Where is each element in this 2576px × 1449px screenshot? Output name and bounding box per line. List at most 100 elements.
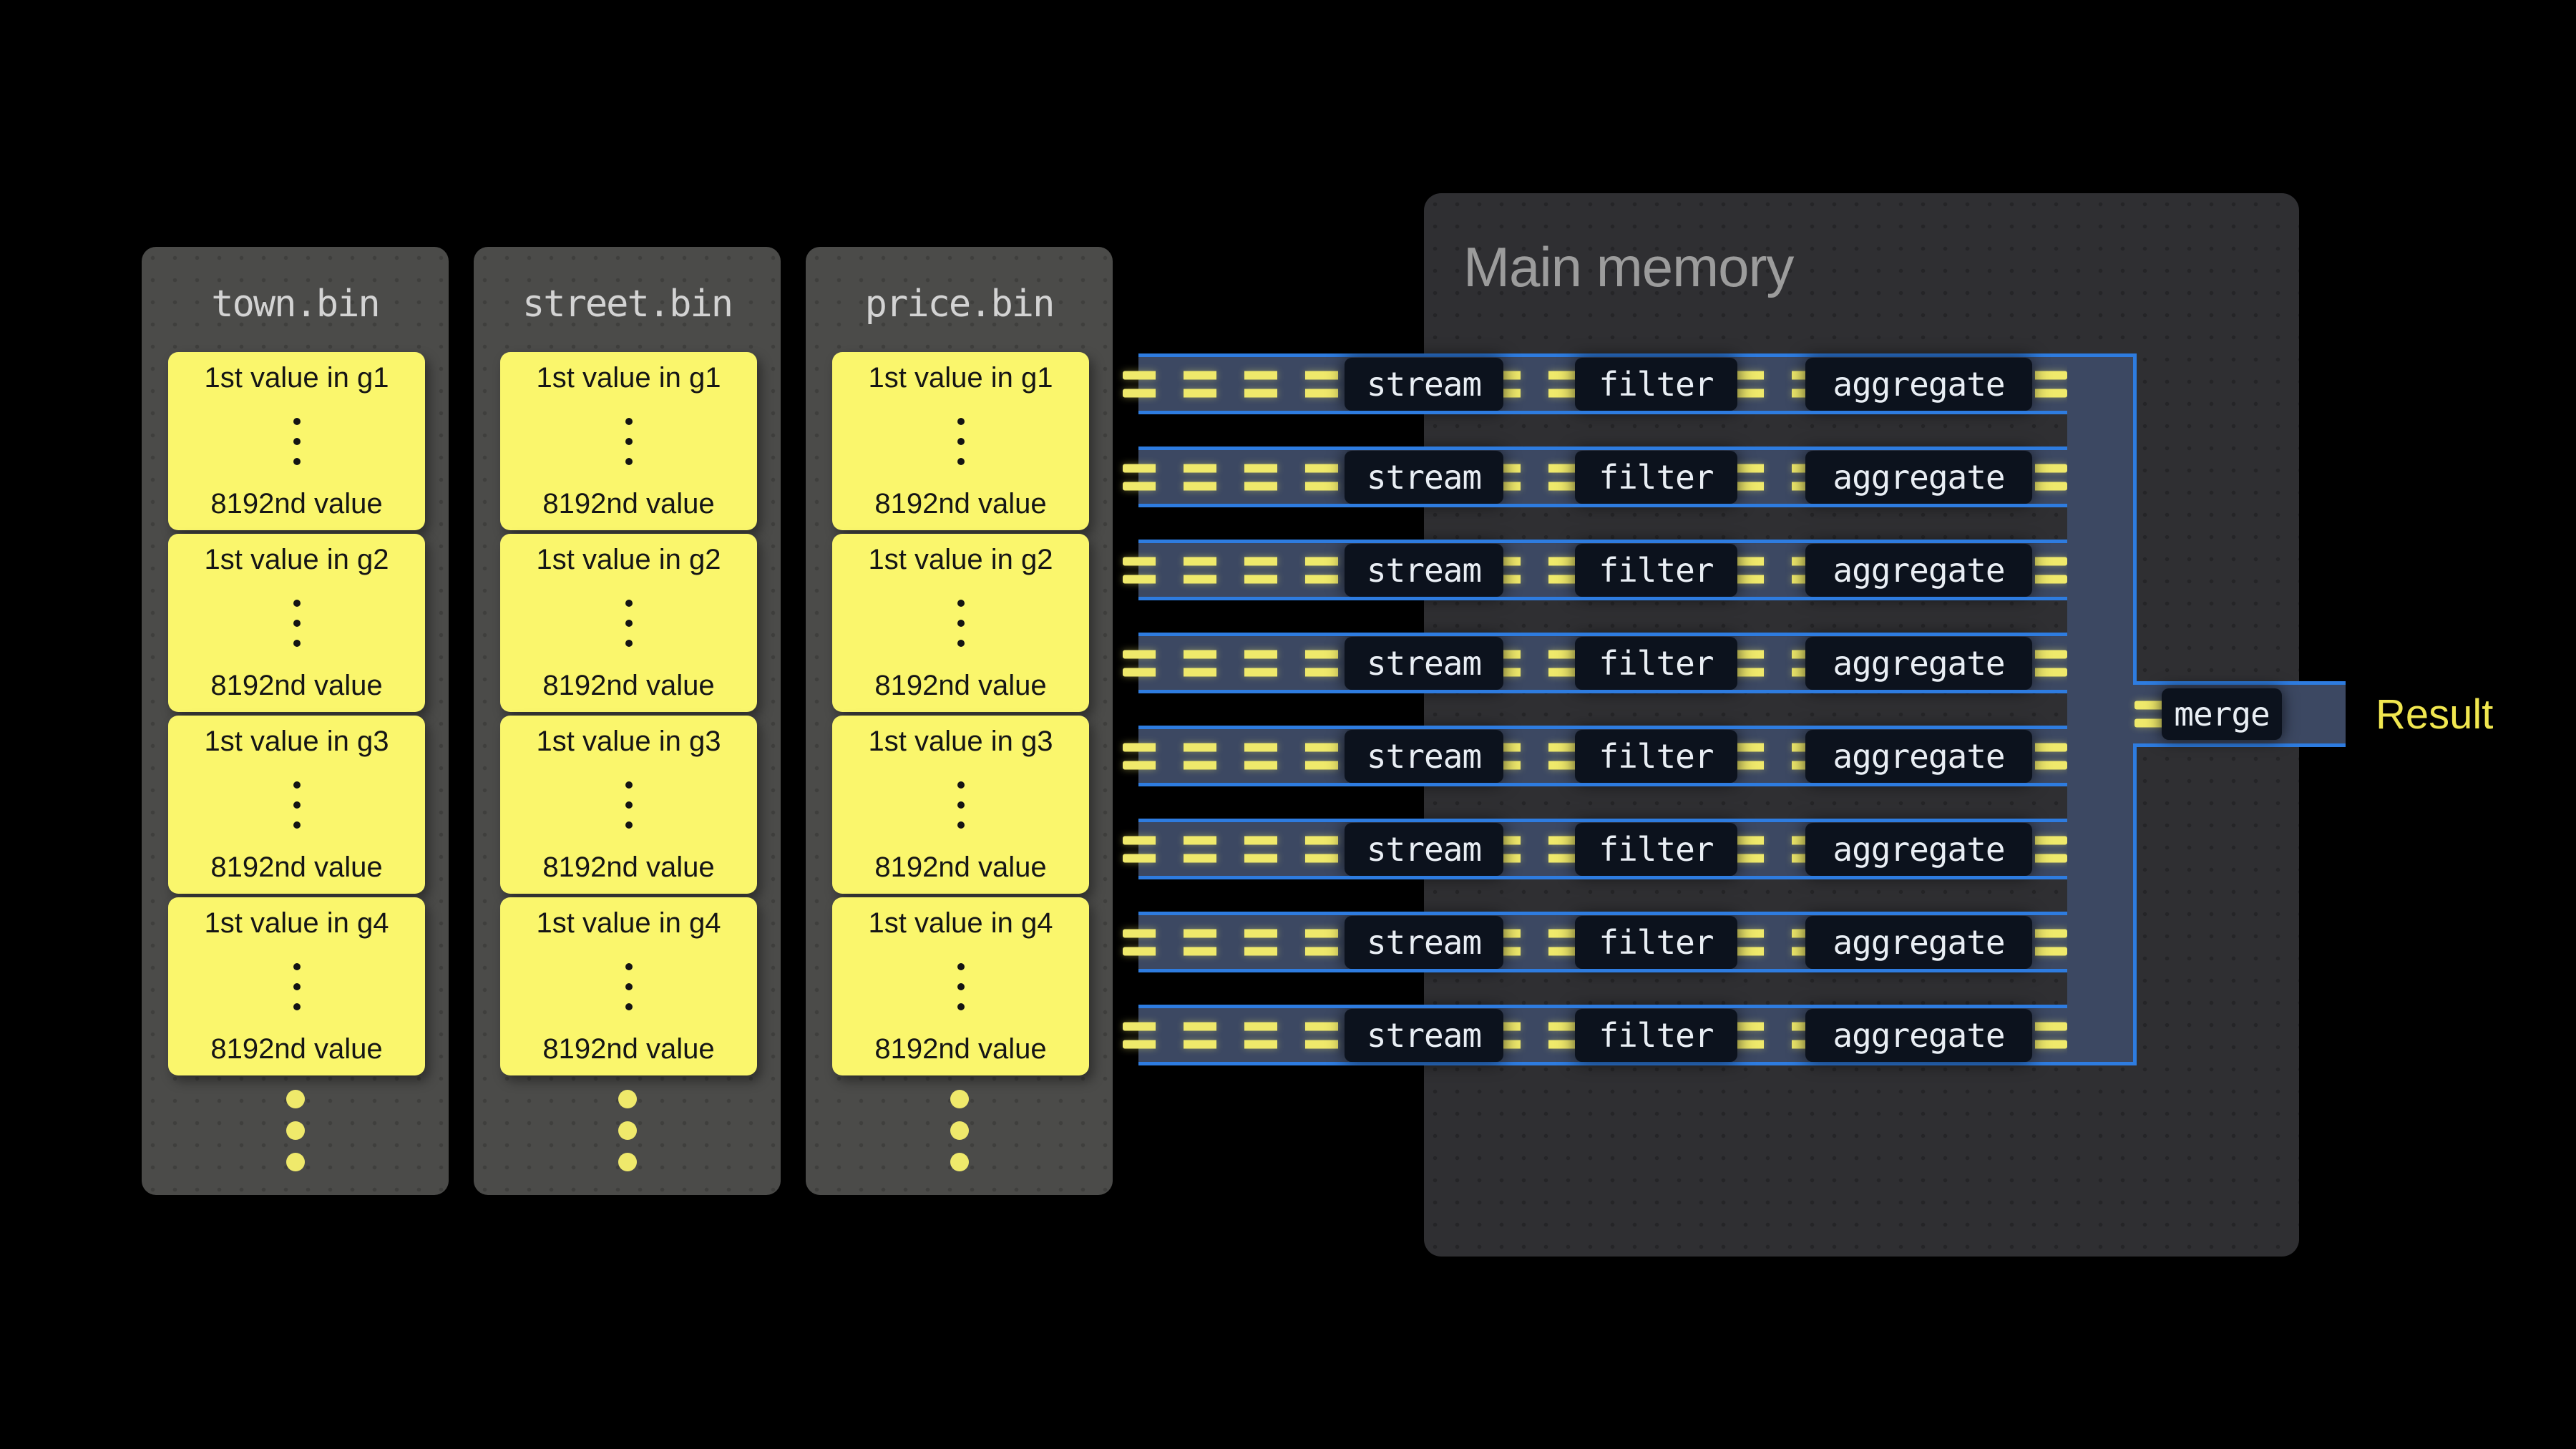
aggregate-op-box: aggregate [1805, 730, 2032, 783]
group-first-value: 1st value in g3 [205, 726, 389, 758]
group-last-value: 8192nd value [210, 488, 382, 520]
connector-slot [1138, 783, 2071, 822]
filter-op-box: filter [1575, 451, 1737, 504]
group-last-value: 8192nd value [210, 1033, 382, 1065]
group-blocks: 1st value in g1 8192nd value 1st value i… [832, 352, 1089, 1075]
aggregate-op-box: aggregate [1805, 823, 2032, 876]
aggregate-op-box: aggregate [1805, 358, 2032, 411]
group-block: 1st value in g2 8192nd value [168, 534, 425, 712]
stream-op-box: stream [1345, 823, 1503, 876]
group-last-value: 8192nd value [210, 852, 382, 884]
group-last-value: 8192nd value [542, 1033, 714, 1065]
group-last-value: 8192nd value [874, 488, 1046, 520]
collector-busbar [2067, 353, 2137, 1065]
values-ellipsis-icon [293, 781, 301, 829]
group-block: 1st value in g3 8192nd value [500, 716, 757, 894]
diagram-canvas: { "colors": { "background": "#000000", "… [0, 0, 2576, 1449]
file-panel: street.bin 1st value in g1 8192nd value … [474, 247, 781, 1195]
group-last-value: 8192nd value [542, 852, 714, 884]
main-memory-title: Main memory [1463, 235, 1793, 300]
aggregate-op-box: aggregate [1805, 637, 2032, 690]
group-block: 1st value in g1 8192nd value [832, 352, 1089, 530]
group-block: 1st value in g1 8192nd value [500, 352, 757, 530]
pipeline-row: stream filter aggregate [1138, 633, 2137, 693]
aggregate-op-box: aggregate [1805, 544, 2032, 597]
file-name: price.bin [806, 283, 1113, 326]
values-ellipsis-icon [293, 963, 301, 1010]
group-last-value: 8192nd value [874, 670, 1046, 702]
group-first-value: 1st value in g1 [205, 362, 389, 394]
more-groups-ellipsis-icon [142, 1090, 449, 1171]
filter-op-box: filter [1575, 916, 1737, 969]
merge-band: merge [2133, 681, 2346, 747]
group-first-value: 1st value in g2 [869, 544, 1053, 576]
group-block: 1st value in g2 8192nd value [832, 534, 1089, 712]
pipeline-row: stream filter aggregate [1138, 819, 2137, 879]
file-panel: town.bin 1st value in g1 8192nd value 1s… [142, 247, 449, 1195]
connector-slot [1138, 969, 2071, 1008]
connector-slot [1138, 876, 2071, 915]
values-ellipsis-icon [625, 600, 633, 647]
stream-op-box: stream [1345, 544, 1503, 597]
group-first-value: 1st value in g1 [537, 362, 721, 394]
values-ellipsis-icon [293, 418, 301, 465]
values-ellipsis-icon [625, 781, 633, 829]
group-first-value: 1st value in g2 [205, 544, 389, 576]
group-first-value: 1st value in g3 [537, 726, 721, 758]
filter-op-box: filter [1575, 544, 1737, 597]
stream-op-box: stream [1345, 358, 1503, 411]
group-last-value: 8192nd value [874, 852, 1046, 884]
result-label: Result [2376, 681, 2493, 747]
group-last-value: 8192nd value [542, 488, 714, 520]
stream-op-box: stream [1345, 1009, 1503, 1062]
pipeline-row: stream filter aggregate [1138, 353, 2137, 414]
file-name: street.bin [474, 283, 781, 326]
connector-slot [1138, 504, 2071, 543]
aggregate-op-box: aggregate [1805, 916, 2032, 969]
more-groups-ellipsis-icon [474, 1090, 781, 1171]
values-ellipsis-icon [957, 963, 965, 1010]
aggregate-op-box: aggregate [1805, 451, 2032, 504]
stream-op-box: stream [1345, 637, 1503, 690]
stream-op-box: stream [1345, 916, 1503, 969]
group-blocks: 1st value in g1 8192nd value 1st value i… [500, 352, 757, 1075]
pipeline-row: stream filter aggregate [1138, 726, 2137, 786]
group-last-value: 8192nd value [210, 670, 382, 702]
connector-slot [1138, 411, 2071, 450]
file-panel: price.bin 1st value in g1 8192nd value 1… [806, 247, 1113, 1195]
group-block: 1st value in g1 8192nd value [168, 352, 425, 530]
filter-op-box: filter [1575, 730, 1737, 783]
group-first-value: 1st value in g4 [537, 907, 721, 940]
stream-op-box: stream [1345, 451, 1503, 504]
filter-op-box: filter [1575, 823, 1737, 876]
group-block: 1st value in g4 8192nd value [832, 897, 1089, 1075]
pipeline-row: stream filter aggregate [1138, 1005, 2137, 1065]
values-ellipsis-icon [957, 781, 965, 829]
values-ellipsis-icon [293, 600, 301, 647]
stream-op-box: stream [1345, 730, 1503, 783]
group-blocks: 1st value in g1 8192nd value 1st value i… [168, 352, 425, 1075]
more-groups-ellipsis-icon [806, 1090, 1113, 1171]
filter-op-box: filter [1575, 637, 1737, 690]
group-last-value: 8192nd value [542, 670, 714, 702]
values-ellipsis-icon [625, 963, 633, 1010]
group-block: 1st value in g4 8192nd value [500, 897, 757, 1075]
group-first-value: 1st value in g4 [205, 907, 389, 940]
group-block: 1st value in g3 8192nd value [168, 716, 425, 894]
pipeline-row: stream filter aggregate [1138, 447, 2137, 507]
filter-op-box: filter [1575, 358, 1737, 411]
group-first-value: 1st value in g1 [869, 362, 1053, 394]
group-block: 1st value in g4 8192nd value [168, 897, 425, 1075]
group-block: 1st value in g2 8192nd value [500, 534, 757, 712]
filter-op-box: filter [1575, 1009, 1737, 1062]
aggregate-op-box: aggregate [1805, 1009, 2032, 1062]
group-first-value: 1st value in g3 [869, 726, 1053, 758]
group-first-value: 1st value in g2 [537, 544, 721, 576]
pipeline-row: stream filter aggregate [1138, 912, 2137, 972]
connector-slot [1138, 597, 2071, 636]
merge-op-box: merge [2162, 688, 2282, 740]
file-name: town.bin [142, 283, 449, 326]
group-block: 1st value in g3 8192nd value [832, 716, 1089, 894]
group-first-value: 1st value in g4 [869, 907, 1053, 940]
connector-slot [1138, 690, 2071, 729]
